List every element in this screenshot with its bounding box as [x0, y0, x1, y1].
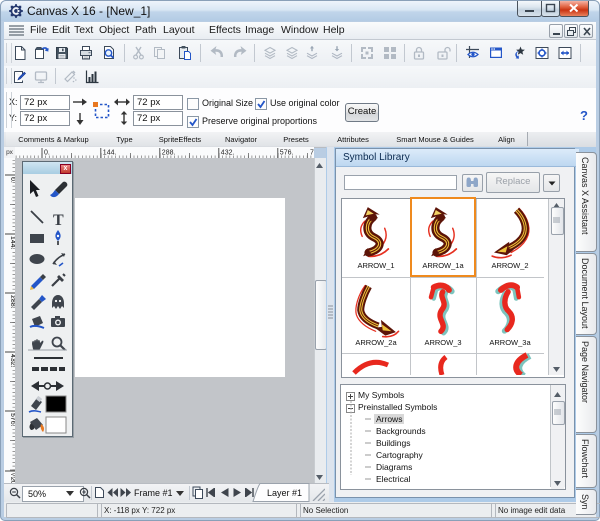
svg-text:576.: 576. [280, 150, 294, 157]
svg-text:Layer #1: Layer #1 [267, 488, 302, 498]
svg-text:288.: 288. [162, 150, 176, 157]
svg-text:144.: 144. [103, 150, 117, 157]
svg-text:0.: 0. [44, 150, 50, 157]
svg-text:432.: 432. [221, 150, 235, 157]
svg-text:T: T [53, 212, 64, 229]
svg-text:72: 72 [310, 150, 314, 157]
